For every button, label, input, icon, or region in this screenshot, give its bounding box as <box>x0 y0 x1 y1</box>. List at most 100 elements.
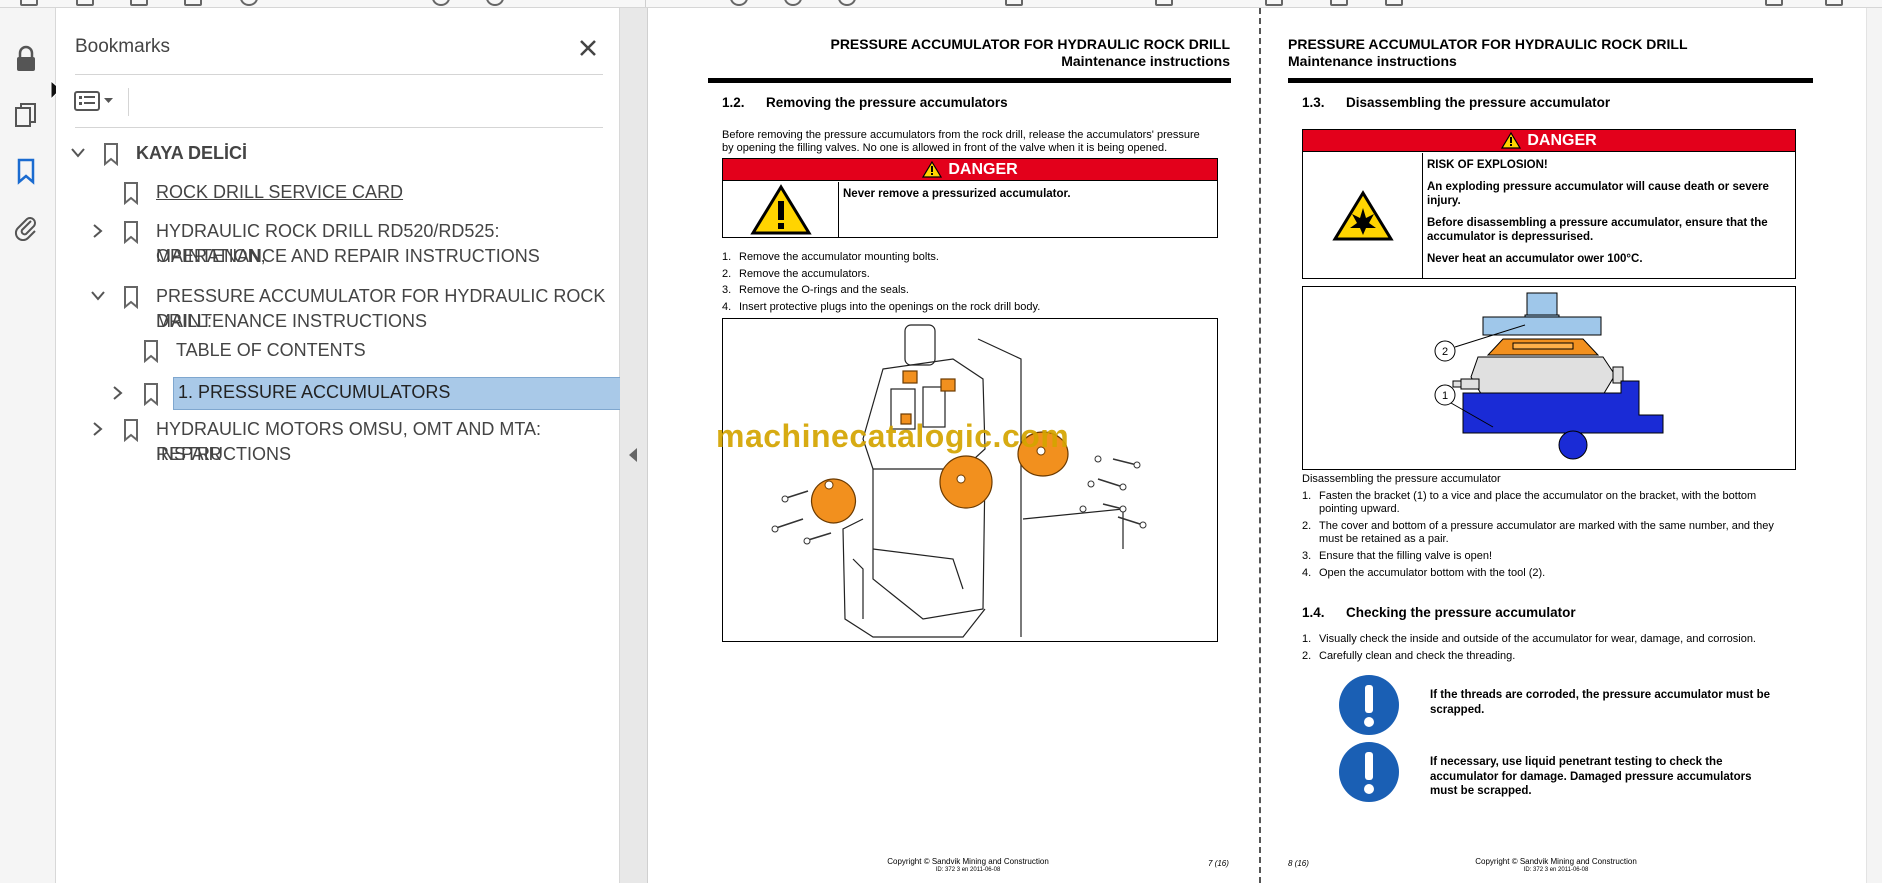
section-number: 1.3. <box>1302 95 1325 110</box>
mandatory-action-icon <box>1339 675 1399 735</box>
attachments-icon[interactable] <box>12 212 40 242</box>
page-footer: Copyright © Sandvik Mining and Construct… <box>1456 857 1656 875</box>
search-icon[interactable] <box>240 0 258 6</box>
section-title: Removing the pressure accumulators <box>766 95 1008 110</box>
bookmark-item-table-of-contents[interactable]: TABLE OF CONTENTS <box>68 338 608 364</box>
danger-text: RISK OF EXPLOSION! An exploding pressure… <box>1427 159 1769 265</box>
list-options-icon <box>74 91 100 111</box>
pdf-reader-window: Bookmarks KAYA DELİCİ ROCK DRILL SERVICE… <box>0 0 1882 883</box>
page-number: 8 (16) <box>1288 859 1309 868</box>
left-tool-rail <box>0 8 67 883</box>
stamp-icon[interactable] <box>1385 0 1403 6</box>
danger-label: DANGER <box>1527 131 1597 149</box>
danger-header: DANGER <box>1303 130 1795 152</box>
note-box: If necessary, use liquid penetrant testi… <box>1338 741 1778 803</box>
rock-drill-illustration <box>771 324 1147 638</box>
bookmark-options-button[interactable] <box>74 86 122 116</box>
list-item: 3. Remove the O-rings and the seals. <box>722 284 909 296</box>
section-title: Disassembling the pressure accumulator <box>1346 95 1611 110</box>
list-item: 2. The cover and bottom of a pressure acc… <box>1302 520 1774 545</box>
bookmark-item-pressure-accumulator[interactable]: PRESSURE ACCUMULATOR FOR HYDRAULIC ROCK … <box>68 284 608 336</box>
note-text: If the threads are corroded, the pressur… <box>1430 689 1770 716</box>
bookmark-icon <box>122 181 140 206</box>
comment-icon[interactable] <box>1155 0 1173 6</box>
callout-1: 1 <box>1442 390 1448 402</box>
list-item: 1. Fasten the bracket (1) to a vice and p… <box>1302 490 1757 515</box>
zoom-in-icon[interactable] <box>486 0 504 6</box>
page-footer: Copyright © Sandvik Mining and Construct… <box>868 857 1068 875</box>
bookmark-label: TABLE OF CONTENTS <box>176 340 366 360</box>
bookmark-item-hydraulic-motors[interactable]: HYDRAULIC MOTORS OMSU, OMT AND MTA: REPA… <box>68 417 608 469</box>
note-box: If the threads are corroded, the pressur… <box>1338 674 1778 736</box>
bookmark-add-icon[interactable] <box>76 0 94 6</box>
danger-box: DANGER Never remove a pressurized accumu… <box>722 158 1218 238</box>
panel-title: Bookmarks <box>75 36 171 57</box>
bookmarks-panel-icon[interactable] <box>12 156 40 186</box>
bookmark-label-line2: INSTRUCTIONS <box>156 444 291 464</box>
bookmark-label: KAYA DELİCİ <box>136 143 248 163</box>
edit-icon[interactable] <box>1330 0 1348 6</box>
callout-2: 2 <box>1442 346 1448 358</box>
danger-label: DANGER <box>948 160 1018 178</box>
list-item: 3. Ensure that the filling valve is open! <box>1302 550 1493 562</box>
watermark-text: machinecatalogic.com <box>716 418 1070 454</box>
page-header-title: PRESSURE ACCUMULATOR FOR HYDRAULIC ROCK … <box>830 36 1230 52</box>
close-icon[interactable] <box>574 34 602 62</box>
share-icon[interactable] <box>130 0 148 6</box>
header-rule <box>1288 78 1813 83</box>
steps-list: 1. Fasten the bracket (1) to a vice and p… <box>1302 490 1797 580</box>
chevron-down-icon[interactable] <box>68 143 88 163</box>
note-text: If necessary, use liquid penetrant testi… <box>1430 756 1752 797</box>
bookmark-icon <box>122 285 140 310</box>
rotate-icon[interactable] <box>730 0 748 6</box>
pages-thumbnails-icon[interactable] <box>12 100 40 130</box>
list-item: 1. Visually check the inside and outside … <box>1302 633 1756 645</box>
menu-icon[interactable] <box>1825 0 1843 6</box>
page-header-title: PRESSURE ACCUMULATOR FOR HYDRAULIC ROCK … <box>1288 36 1688 52</box>
danger-text: Never remove a pressurized accumulator. <box>843 188 1071 200</box>
page-up-icon[interactable] <box>784 0 802 6</box>
home-icon[interactable] <box>20 0 38 6</box>
section-title: Checking the pressure accumulator <box>1346 605 1576 620</box>
fit-width-icon[interactable] <box>1005 0 1023 6</box>
bookmark-item-rock-drill-service-card[interactable]: ROCK DRILL SERVICE CARD <box>68 180 608 206</box>
bookmarks-panel: Bookmarks KAYA DELİCİ ROCK DRILL SERVICE… <box>56 8 622 883</box>
chevron-right-icon[interactable] <box>88 221 108 241</box>
panel-collapse-handle[interactable] <box>620 8 648 883</box>
list-item: 4. Insert protective plugs into the openi… <box>722 300 1041 313</box>
print-icon[interactable] <box>184 0 202 6</box>
bookmark-label: ROCK DRILL SERVICE CARD <box>156 182 404 202</box>
zoom-out-icon[interactable] <box>432 0 450 6</box>
footer-copyright: Copyright © Sandvik Mining and Construct… <box>1475 857 1637 866</box>
bookmark-item-pressure-accumulators[interactable]: 1. PRESSURE ACCUMULATORS <box>68 377 622 410</box>
page-header-subtitle: Maintenance instructions <box>1061 53 1230 69</box>
account-icon[interactable] <box>1765 0 1783 6</box>
footer-id: ID: 372 3 en 2011-06-08 <box>935 867 1001 873</box>
mandatory-action-icon <box>1339 742 1399 802</box>
list-item: 1. Remove the accumulator mounting bolts. <box>722 251 939 263</box>
bookmark-icon <box>122 220 140 245</box>
page-header-subtitle: Maintenance instructions <box>1288 53 1457 69</box>
vertical-scrollbar[interactable] <box>1866 8 1882 883</box>
list-item: 2. Remove the accumulators. <box>722 267 870 280</box>
bookmark-label: 1. PRESSURE ACCUMULATORS <box>178 382 451 402</box>
bookmark-icon <box>142 339 160 364</box>
bookmark-icon <box>122 418 140 443</box>
warning-triangle-icon <box>723 182 839 237</box>
footer-copyright: Copyright © Sandvik Mining and Construct… <box>887 857 1049 866</box>
accumulator-illustration: 2 1 <box>1434 292 1664 460</box>
accumulator-figure: 2 1 <box>1302 286 1796 470</box>
collapse-arrow-icon[interactable] <box>629 448 637 462</box>
sign-icon[interactable] <box>1265 0 1283 6</box>
bookmark-label-line2: MAINTENANCE AND REPAIR INSTRUCTIONS <box>156 246 540 266</box>
intro-line-2: by opening the filling valves. No one is… <box>722 142 1168 154</box>
lock-icon[interactable] <box>12 44 40 74</box>
chevron-down-icon[interactable] <box>88 286 108 306</box>
bookmark-item-hydraulic-rock-drill[interactable]: HYDRAULIC ROCK DRILL RD520/RD525: OPERAT… <box>68 219 608 271</box>
page-down-icon[interactable] <box>838 0 856 6</box>
chevron-right-icon[interactable] <box>88 419 108 439</box>
figure-caption: Disassembling the pressure accumulator <box>1302 473 1501 485</box>
chevron-right-icon[interactable] <box>108 383 128 403</box>
checks-list: 1. Visually check the inside and outside … <box>1302 631 1797 664</box>
bookmark-item-kaya-delici[interactable]: KAYA DELİCİ <box>68 141 608 167</box>
